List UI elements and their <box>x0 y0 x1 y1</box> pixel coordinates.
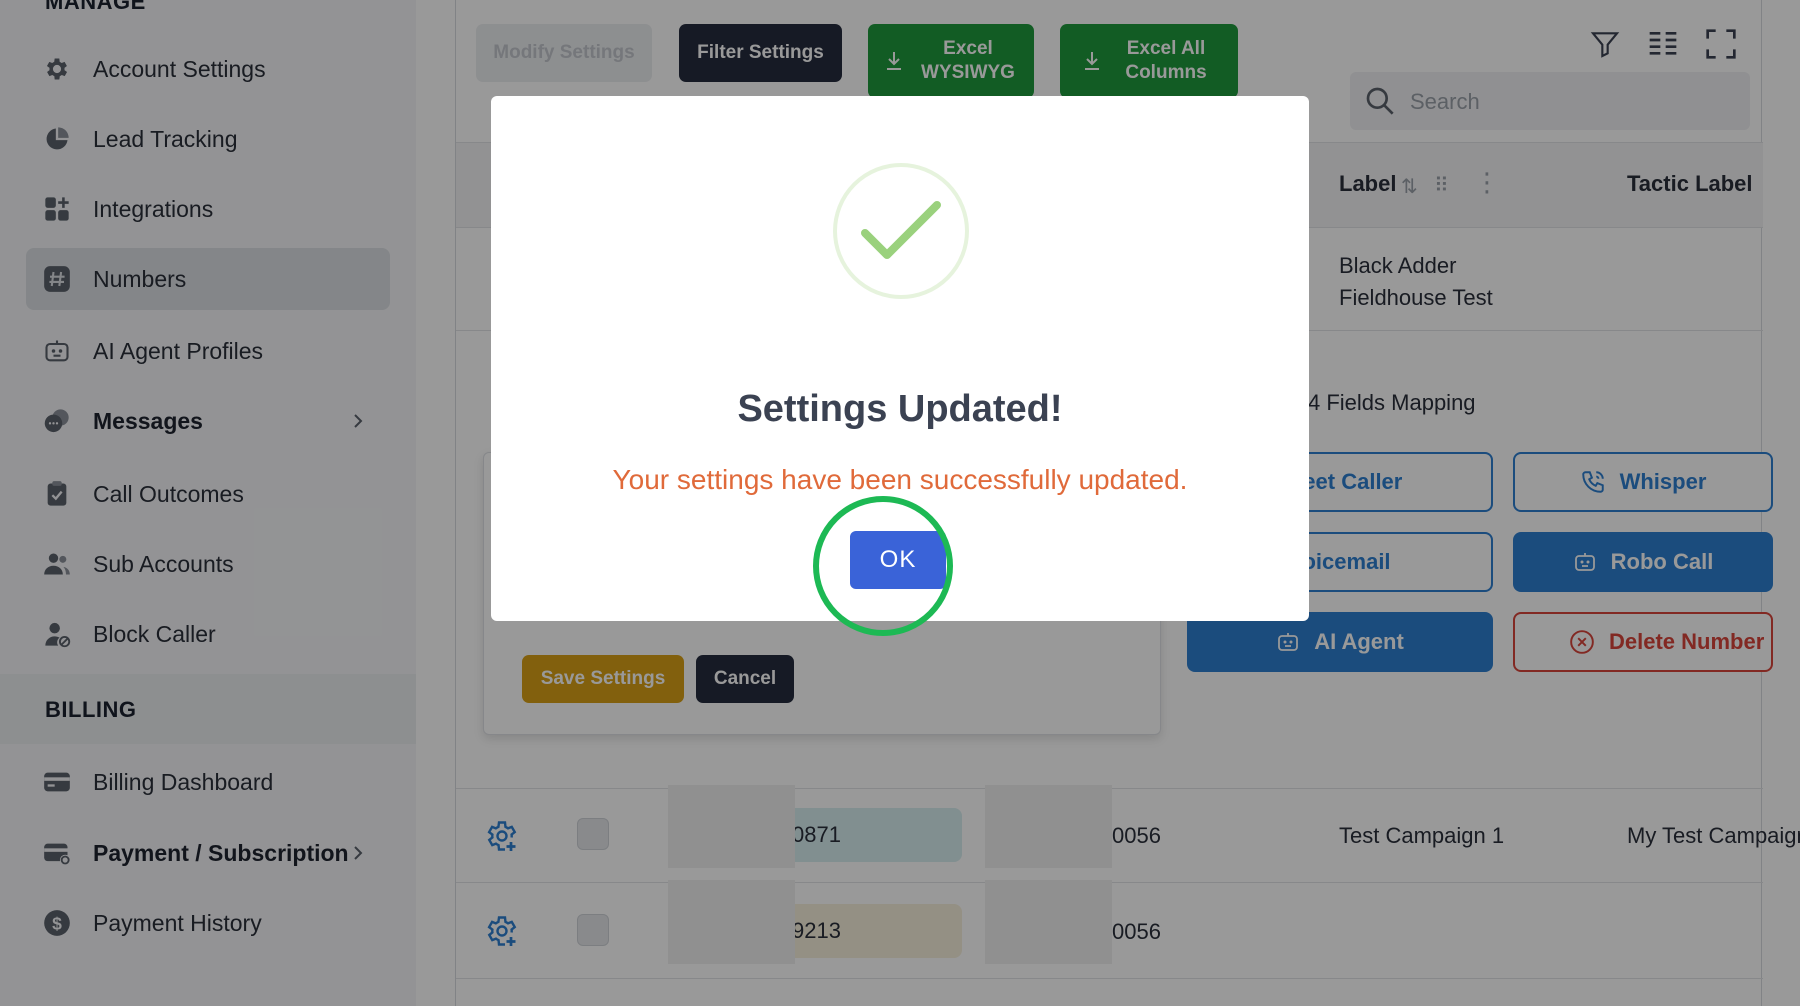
click-highlight-ring <box>813 496 953 636</box>
dialog-title: Settings Updated! <box>737 388 1063 430</box>
dialog-message: Your settings have been successfully upd… <box>612 464 1188 495</box>
checkmark-icon <box>861 201 941 259</box>
